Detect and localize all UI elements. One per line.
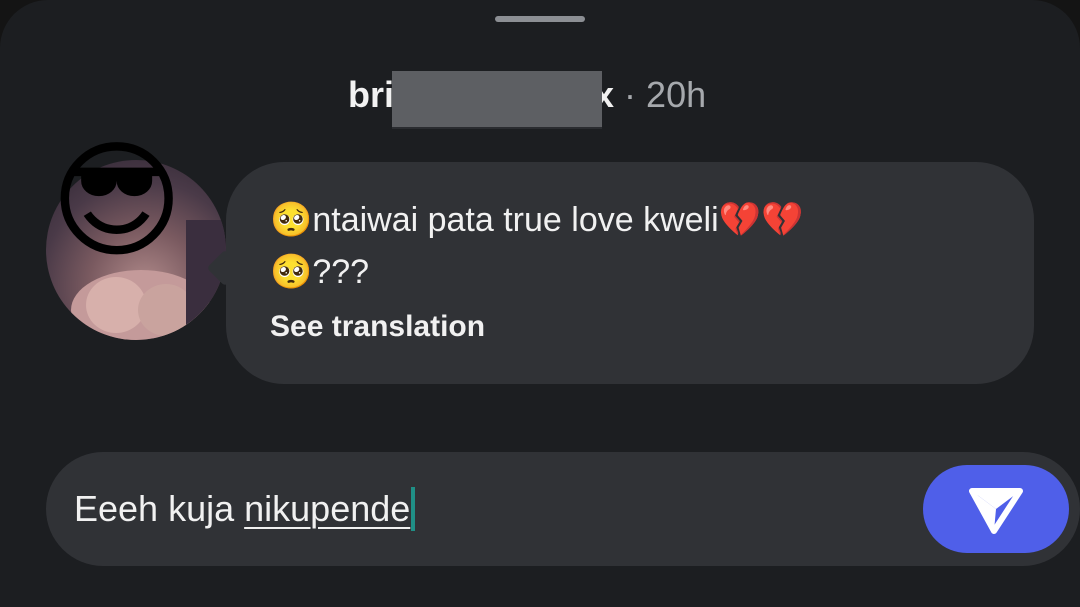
message-line-1: 🥺ntaiwai pata true love kweli💔💔 xyxy=(270,201,804,239)
comment-header: bri x · 20h xyxy=(348,70,707,127)
text-caret xyxy=(411,487,416,531)
username-redaction xyxy=(392,71,603,127)
message-line-2: 🥺??? xyxy=(270,253,370,291)
message-bubble[interactable]: 🥺ntaiwai pata true love kweli💔💔 🥺??? See… xyxy=(226,162,1034,384)
comment-sheet: bri x · 20h 😎 🥺ntaiwai pata true love kw… xyxy=(0,0,1080,607)
header-separator: · xyxy=(624,74,637,115)
sunglasses-emoji-icon: 😎 xyxy=(50,130,184,273)
see-translation-link[interactable]: See translation xyxy=(270,310,485,344)
send-button[interactable] xyxy=(923,465,1069,553)
reply-input[interactable]: Eeeh kuja nikupende xyxy=(74,486,416,532)
input-text-underlined: nikupende xyxy=(244,488,411,529)
send-plane-icon xyxy=(969,488,1023,534)
reply-composer: Eeeh kuja nikupende xyxy=(46,452,1080,566)
timestamp: 20h xyxy=(646,74,707,115)
input-text-plain: Eeeh kuja xyxy=(74,488,235,529)
username-start[interactable]: bri xyxy=(348,74,394,116)
drag-handle[interactable] xyxy=(495,16,585,22)
